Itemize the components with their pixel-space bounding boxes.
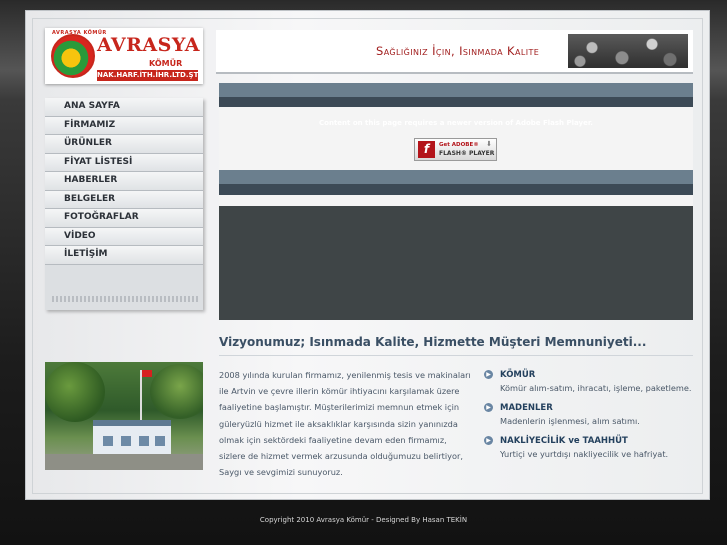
flash-button-line2: FLASH® PLAYER bbox=[439, 150, 495, 157]
coal-image bbox=[568, 34, 688, 68]
vision-heading: Vizyonumuz; Isınmada Kalite, Hizmette Mü… bbox=[219, 335, 647, 349]
menu-item-fotograflar[interactable]: FOTOĞRAFLAR bbox=[45, 209, 203, 228]
flash-bar bbox=[219, 97, 693, 107]
download-arrow-icon: ⬇ bbox=[486, 140, 492, 148]
photo-ground bbox=[45, 454, 203, 470]
flash-logo-icon: f bbox=[418, 141, 435, 158]
flash-placeholder bbox=[219, 206, 693, 320]
flash-bar bbox=[219, 83, 693, 97]
bullet-icon: ▶ bbox=[484, 436, 493, 445]
bullet-icon: ▶ bbox=[484, 403, 493, 412]
menu-item-ana-sayfa[interactable]: ANA SAYFA bbox=[45, 98, 203, 117]
service-item: ▶ KÖMÜR Kömür alım-satım, ihracatı, işle… bbox=[484, 369, 694, 395]
menu-item-video[interactable]: VİDEO bbox=[45, 227, 203, 246]
flash-button-line1: Get ADOBE® bbox=[439, 142, 479, 148]
menu-item-belgeler[interactable]: BELGELER bbox=[45, 190, 203, 209]
vision-divider bbox=[219, 355, 693, 356]
about-text: 2008 yılında kurulan firmamız, yenilenmi… bbox=[219, 370, 471, 478]
flash-bar bbox=[219, 184, 693, 195]
flash-content-area: Content on this page requires a newer ve… bbox=[219, 83, 693, 320]
service-description: Yurtiçi ve yurtdışı nakliyecilik ve hafr… bbox=[500, 449, 669, 459]
service-title: KÖMÜR bbox=[500, 370, 536, 380]
service-title: MADENLER bbox=[500, 403, 553, 413]
service-description: Madenlerin işlenmesi, alım satımı. bbox=[500, 416, 640, 426]
photo-window bbox=[139, 436, 149, 446]
photo-tree bbox=[150, 364, 203, 419]
menu-item-haberler[interactable]: HABERLER bbox=[45, 172, 203, 191]
menu-item-firmamiz[interactable]: FİRMAMIZ bbox=[45, 116, 203, 135]
globe-logo-icon bbox=[51, 34, 95, 78]
photo-tree bbox=[45, 362, 105, 422]
service-item: ▶ MADENLER Madenlerin işlenmesi, alım sa… bbox=[484, 402, 694, 428]
photo-flagpole bbox=[140, 370, 142, 422]
header-slogan: Sağlığınız İçin, Isınmada Kalite bbox=[376, 44, 540, 58]
service-description: Kömür alım-satım, ihracatı, işleme, pake… bbox=[500, 383, 692, 393]
bullet-icon: ▶ bbox=[484, 370, 493, 379]
menu-item-iletisim[interactable]: İLETİŞİM bbox=[45, 246, 203, 265]
photo-window bbox=[103, 436, 113, 446]
main-menu: ANA SAYFA FİRMAMIZ ÜRÜNLER FİYAT LİSTESİ… bbox=[45, 98, 203, 310]
menu-item-urunler[interactable]: ÜRÜNLER bbox=[45, 135, 203, 154]
header-banner: Sağlığınız İçin, Isınmada Kalite bbox=[216, 30, 693, 74]
services-list: ▶ KÖMÜR Kömür alım-satım, ihracatı, işle… bbox=[484, 369, 694, 468]
footer-copyright: Copyright 2010 Avrasya Kömür - Designed … bbox=[259, 516, 468, 524]
company-logo[interactable]: AVRASYA KÖMÜR AVRASYA KÖMÜR NAK.HARF.İTH… bbox=[45, 28, 204, 84]
menu-divider bbox=[52, 296, 198, 302]
logo-subtitle: KÖMÜR bbox=[149, 59, 183, 68]
logo-company-type: NAK.HARF.İTH.İHR.LTD.ŞTİ. bbox=[97, 70, 204, 81]
service-title: NAKLİYECİLİK ve TAAHHÜT bbox=[500, 436, 628, 446]
company-building-photo bbox=[45, 362, 203, 470]
menu-item-fiyat-listesi[interactable]: FİYAT LİSTESİ bbox=[45, 153, 203, 172]
flash-bar bbox=[219, 170, 693, 184]
service-item: ▶ NAKLİYECİLİK ve TAAHHÜT Yurtiçi ve yur… bbox=[484, 435, 694, 461]
photo-flag bbox=[142, 370, 152, 377]
photo-window bbox=[155, 436, 165, 446]
logo-brand-name: AVRASYA bbox=[97, 34, 200, 56]
flash-required-message: Content on this page requires a newer ve… bbox=[319, 119, 593, 127]
photo-window bbox=[121, 436, 131, 446]
get-flash-player-button[interactable]: f Get ADOBE® FLASH® PLAYER ⬇ bbox=[414, 138, 497, 161]
